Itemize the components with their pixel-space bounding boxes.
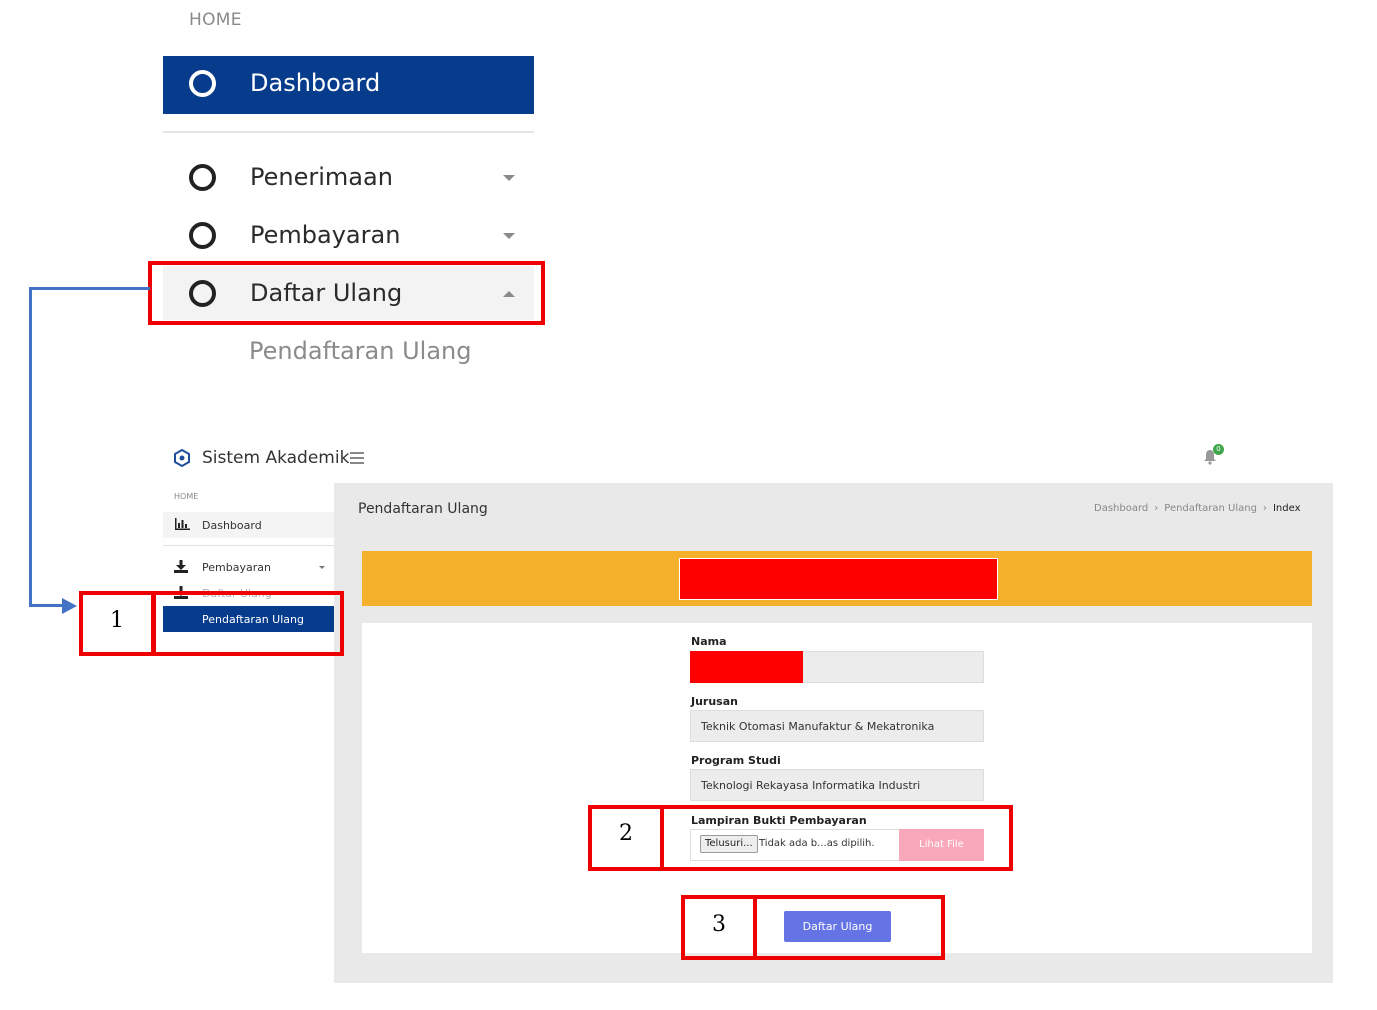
zoom-sidebar-item-penerimaan[interactable]: Penerimaan (163, 150, 534, 204)
caret-down-icon (503, 175, 515, 181)
circle-icon (189, 70, 216, 97)
jurusan-field: Teknik Otomasi Manufaktur & Mekatronika (690, 710, 984, 742)
jurusan-label: Jurusan (691, 695, 738, 708)
sidebar-dashboard-label: Dashboard (202, 519, 262, 532)
notification-badge: 0 (1213, 444, 1224, 455)
program-studi-field: Teknologi Rekayasa Informatika Industri (690, 769, 984, 801)
zoom-penerimaan-label: Penerimaan (250, 163, 393, 191)
sidebar-item-dashboard[interactable]: Dashboard (163, 512, 334, 538)
breadcrumb-separator: › (1262, 503, 1267, 514)
zoom-sidebar-subitem-pendaftaran-ulang[interactable]: Pendaftaran Ulang (249, 337, 471, 365)
breadcrumb-current: Index (1272, 503, 1301, 514)
zoom-pembayaran-label: Pembayaran (250, 221, 401, 249)
zoom-dashboard-label: Dashboard (250, 69, 381, 97)
page-title: Pendaftaran Ulang (358, 501, 488, 517)
connector-line-bottom (29, 604, 65, 607)
download-icon (174, 560, 188, 573)
program-studi-label: Program Studi (691, 754, 781, 767)
zoom-home-heading: HOME (189, 10, 242, 30)
bar-chart-icon (175, 518, 190, 530)
program-studi-value: Teknologi Rekayasa Informatika Industri (701, 779, 921, 792)
sidebar-divider (163, 545, 334, 546)
highlight-box-lampiran (660, 805, 1013, 871)
breadcrumb-dashboard[interactable]: Dashboard (1094, 503, 1148, 514)
redacted-name-value (690, 651, 803, 683)
breadcrumb-separator: › (1154, 503, 1159, 514)
sidebar-item-pembayaran[interactable]: Pembayaran (163, 556, 334, 578)
sidebar-home-heading: HOME (174, 492, 199, 501)
nama-label: Nama (691, 635, 727, 648)
app-logo-icon (174, 449, 190, 467)
app-brand: Sistem Akademik (202, 448, 350, 468)
breadcrumb-pendaftaran-ulang[interactable]: Pendaftaran Ulang (1164, 503, 1257, 514)
caret-down-icon (319, 566, 325, 569)
breadcrumb: Dashboard › Pendaftaran Ulang › Index (1094, 503, 1301, 514)
annotation-number-2: 2 (619, 821, 633, 846)
jurusan-value: Teknik Otomasi Manufaktur & Mekatronika (701, 720, 935, 733)
circle-icon (189, 222, 216, 249)
highlight-box-daftar-ulang (148, 261, 545, 325)
connector-line-top (29, 287, 150, 290)
redacted-banner-text (679, 558, 998, 600)
sidebar-pembayaran-label: Pembayaran (202, 561, 271, 574)
annotation-number-1: 1 (110, 608, 124, 633)
annotation-number-3: 3 (712, 912, 726, 937)
zoom-divider (163, 131, 534, 133)
circle-icon (189, 164, 216, 191)
zoom-sidebar-item-dashboard[interactable]: Dashboard (163, 56, 534, 114)
arrow-head-icon (62, 598, 77, 614)
highlight-box-submit (753, 895, 945, 960)
menu-toggle-icon[interactable] (350, 452, 364, 467)
caret-down-icon (503, 233, 515, 239)
zoom-sidebar-item-pembayaran[interactable]: Pembayaran (163, 208, 534, 262)
highlight-box-pendaftaran-ulang (151, 591, 344, 656)
connector-line-vertical (29, 287, 32, 607)
